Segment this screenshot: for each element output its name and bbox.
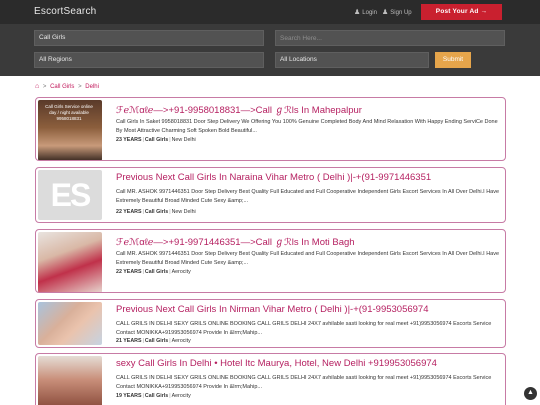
listing-description: Call MR. ASHOK 9971446351 Door Step Deli…: [116, 189, 500, 204]
listing-photo[interactable]: [38, 232, 102, 292]
listing-photo[interactable]: [38, 356, 102, 405]
listing-card[interactable]: ES Previous Next Call Girls In Naraina V…: [35, 167, 506, 223]
signup-link[interactable]: ♟ Sign Up: [382, 8, 412, 16]
search-input[interactable]: [275, 30, 505, 46]
listing-description: CALL GRILS IN DELHI SEXY GRILS ONLINE BO…: [116, 321, 492, 336]
listing-meta: 19 YEARS|Call Girls|Aerocity: [116, 393, 191, 399]
region-value: All Regions: [39, 56, 72, 63]
listing-title[interactable]: Previous Next Call Girls In Naraina Viha…: [116, 172, 431, 183]
listing-description: Call MR. ASHOK 9971446351 Door Step Deli…: [116, 251, 500, 266]
listing-card[interactable]: Call Girls Service online day / night av…: [35, 97, 506, 161]
listing-card[interactable]: ℱℯℳαℓℯ—>+91-9971446351—>Call ℊℛls In Mot…: [35, 229, 506, 293]
top-navbar: EscortSearch ♟ Login ♟ Sign Up Post Your A…: [0, 0, 540, 24]
listing-photo[interactable]: Call Girls Service online day / night av…: [38, 100, 102, 160]
listing-age: 22 YEARS: [116, 269, 142, 275]
listing-photo[interactable]: ES: [38, 170, 102, 220]
listing-location[interactable]: Aerocity: [172, 393, 191, 399]
breadcrumb: ⌂ > Call Girls > Delhi: [35, 83, 99, 90]
listing-age: 21 YEARS: [116, 338, 142, 344]
listing-title[interactable]: Previous Next Call Girls In Nirman Vihar…: [116, 304, 429, 315]
arrow-up-icon: ▲: [527, 389, 534, 396]
listing-category[interactable]: Call Girls: [145, 393, 168, 399]
user-icon: ♟: [354, 9, 361, 16]
post-ad-button[interactable]: Post Your Ad →: [421, 4, 502, 20]
listing-title[interactable]: sexy Call Girls In Delhi • Hotel Itc Mau…: [116, 358, 437, 369]
listing-location[interactable]: Aerocity: [172, 338, 191, 344]
listing-card[interactable]: Previous Next Call Girls In Nirman Vihar…: [35, 299, 506, 348]
listing-photo[interactable]: [38, 302, 102, 345]
listing-category[interactable]: Call Girls: [145, 209, 168, 215]
listing-meta: 23 YEARS|Call Girls|New Delhi: [116, 137, 196, 143]
login-label: Login: [362, 10, 377, 16]
listing-category[interactable]: Call Girls: [145, 269, 168, 275]
location-select[interactable]: All Locations: [275, 52, 429, 68]
listing-category[interactable]: Call Girls: [145, 338, 168, 344]
home-icon[interactable]: ⌂: [35, 83, 39, 90]
location-value: All Locations: [280, 56, 317, 63]
submit-button[interactable]: Submit: [435, 52, 471, 68]
listing-description: CALL GRILS IN DELHI SEXY GRILS ONLINE BO…: [116, 375, 492, 390]
listing-location[interactable]: Aerocity: [172, 269, 191, 275]
region-select[interactable]: All Regions: [34, 52, 264, 68]
placeholder-logo: ES: [50, 177, 92, 213]
user-plus-icon: ♟: [382, 9, 389, 16]
listing-title[interactable]: ℱℯℳαℓℯ—>+91-9958018831—>Call ℊℛls In Mah…: [116, 102, 362, 116]
breadcrumb-call-girls[interactable]: Call Girls: [50, 84, 74, 90]
site-logo[interactable]: EscortSearch: [34, 6, 96, 17]
listing-location[interactable]: New Delhi: [172, 209, 196, 215]
listing-card[interactable]: sexy Call Girls In Delhi • Hotel Itc Mau…: [35, 353, 506, 405]
listing-title[interactable]: ℱℯℳαℓℯ—>+91-9971446351—>Call ℊℛls In Mot…: [116, 234, 355, 248]
listing-age: 23 YEARS: [116, 137, 142, 143]
signup-label: Sign Up: [390, 10, 412, 16]
scroll-to-top-button[interactable]: ▲: [524, 387, 537, 400]
category-value: Call Girls: [39, 34, 66, 41]
photo-caption: Call Girls Service online day / night av…: [45, 104, 93, 121]
listing-description: Call Girls In Saket 9958018831 Door Step…: [116, 119, 498, 134]
listing-meta: 21 YEARS|Call Girls|Aerocity: [116, 338, 191, 344]
search-panel: Call Girls All Regions All Locations Sub…: [0, 24, 540, 76]
listing-age: 22 YEARS: [116, 209, 142, 215]
listing-meta: 22 YEARS|Call Girls|Aerocity: [116, 269, 191, 275]
listing-meta: 22 YEARS|Call Girls|New Delhi: [116, 209, 196, 215]
listing-location[interactable]: New Delhi: [172, 137, 196, 143]
breadcrumb-separator: >: [78, 84, 82, 90]
login-link[interactable]: ♟ Login: [354, 8, 377, 16]
category-select[interactable]: Call Girls: [34, 30, 264, 46]
breadcrumb-delhi[interactable]: Delhi: [85, 84, 99, 90]
listing-age: 19 YEARS: [116, 393, 142, 399]
breadcrumb-separator: >: [42, 84, 47, 90]
listing-category[interactable]: Call Girls: [145, 137, 168, 143]
